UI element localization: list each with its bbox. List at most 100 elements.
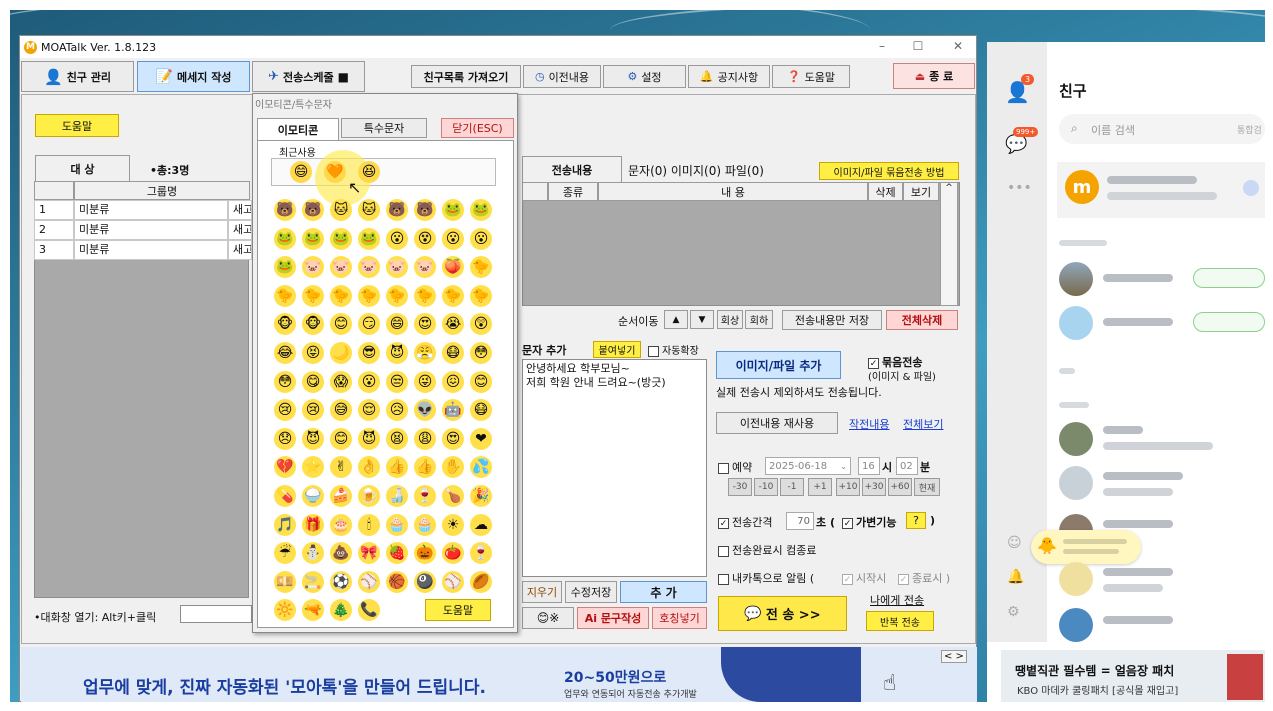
emoji-item[interactable]: 🎃 <box>414 542 436 565</box>
emoji-item[interactable]: 🎱 <box>414 570 436 593</box>
emoji-item[interactable]: 👽 <box>414 399 436 422</box>
emoji-item[interactable]: 🏀 <box>386 570 408 593</box>
emoji-item[interactable]: 📞 <box>358 599 380 622</box>
auto-expand-checkbox[interactable]: 자동확장 <box>648 342 699 357</box>
emoji-item[interactable]: 🍺 <box>358 485 380 507</box>
emoji-item[interactable]: 🐸 <box>330 227 352 250</box>
emoji-item[interactable]: 😈 <box>302 427 324 450</box>
emoji-item[interactable]: 🐷 <box>330 256 352 279</box>
recent-emoji[interactable]: 🧡 <box>324 161 346 183</box>
emoji-item[interactable]: 🔫 <box>302 599 324 622</box>
emoji-item[interactable]: 🐸 <box>274 227 296 250</box>
emoji-item[interactable]: 🐸 <box>358 227 380 250</box>
emoji-item[interactable]: 😩 <box>414 427 436 450</box>
emoji-item[interactable]: 😞 <box>274 427 296 450</box>
clear-button[interactable]: 지우기 <box>522 581 562 603</box>
emoji-item[interactable]: ✋ <box>442 456 464 479</box>
emoji-item[interactable]: ☀ <box>442 513 464 536</box>
emoji-item[interactable]: 😎 <box>358 342 380 364</box>
emoji-item[interactable]: 😵 <box>414 227 436 250</box>
emoji-item[interactable]: 🍗 <box>442 485 464 507</box>
more-icon[interactable]: ••• <box>1007 180 1032 196</box>
shutdown-checkbox[interactable]: 전송완료시 컴종료 <box>718 542 816 558</box>
emoji-item[interactable]: 🐷 <box>302 256 324 279</box>
emoji-item[interactable]: ⭐ <box>302 456 324 479</box>
move-top-button[interactable]: 회상 <box>717 310 743 329</box>
close-window-button[interactable]: ✕ <box>948 39 968 53</box>
move-down-button[interactable]: ▼ <box>690 310 714 329</box>
notify-end-box[interactable]: ✓ <box>898 573 909 585</box>
emoji-item[interactable]: 😳 <box>470 342 492 364</box>
emoji-item[interactable]: 🍷 <box>414 485 436 507</box>
emoticon-icon[interactable]: ☺ <box>1007 535 1022 551</box>
group-cell[interactable]: 미분류 <box>74 200 228 220</box>
emoji-item[interactable]: 😷 <box>442 342 464 364</box>
extra-cell[interactable]: 새고 <box>228 220 252 240</box>
interval-input[interactable]: 70 <box>786 512 814 530</box>
content-scrollbar[interactable]: ^ <box>940 182 958 306</box>
notification-icon[interactable]: 🔔 <box>1007 569 1024 585</box>
emoji-item[interactable]: ⚾ <box>442 570 464 593</box>
emoji-item[interactable]: 🐸 <box>442 199 464 221</box>
emoji-item[interactable]: 🐷 <box>386 256 408 279</box>
emoji-item[interactable]: 🕯 <box>358 513 380 536</box>
emoji-item[interactable]: 🧁 <box>414 513 436 536</box>
interval-box[interactable]: ✓ <box>718 517 729 529</box>
recent-emoji[interactable]: 😆 <box>358 161 380 183</box>
interval-checkbox[interactable]: ✓ 전송간격 <box>718 514 772 530</box>
repeat-send-button[interactable]: 반복 전송 <box>866 611 934 631</box>
emoji-item[interactable]: 😤 <box>414 342 436 364</box>
reserve-minute-input[interactable]: 02 <box>896 457 918 475</box>
send-to-me-link[interactable]: 나에게 전송 <box>870 592 924 608</box>
emoji-item[interactable]: 🐤 <box>442 284 464 307</box>
emoji-item[interactable]: 🍅 <box>442 542 464 565</box>
group-cell[interactable]: 미분류 <box>74 220 228 240</box>
emoji-item[interactable]: 🍑 <box>442 256 464 279</box>
history-button[interactable]: ◷ 이전내용 <box>523 65 601 88</box>
fetch-friends-button[interactable]: 친구목록 가져오기 <box>411 65 521 88</box>
ai-writing-button[interactable]: Ai 문구작성 <box>577 607 649 629</box>
move-up-button[interactable]: ▲ <box>664 310 688 329</box>
maximize-button[interactable]: ☐ <box>908 39 928 53</box>
row-number[interactable]: 1 <box>34 200 74 220</box>
close-emoji-popup-button[interactable]: 닫기(ESC) <box>441 118 514 138</box>
time-offset-button[interactable]: +30 <box>862 478 886 496</box>
emoji-item[interactable]: 😒 <box>386 370 408 393</box>
emoji-item[interactable]: 🔆 <box>274 599 296 622</box>
settings-gear-icon[interactable]: ⚙ <box>1007 604 1020 620</box>
emoji-item[interactable]: 💩 <box>330 542 352 565</box>
emoji-item[interactable]: 💴 <box>274 570 296 593</box>
emoji-item[interactable]: 🎄 <box>330 599 352 622</box>
send-button[interactable]: 💬 전 송 >> <box>718 596 847 631</box>
emoji-item[interactable]: 🐤 <box>358 284 380 307</box>
notify-start-box[interactable]: ✓ <box>842 573 853 585</box>
toast-popup[interactable]: 🐥 <box>1031 530 1141 564</box>
emoji-item[interactable]: 🐵 <box>274 313 296 336</box>
row-number[interactable]: 2 <box>34 220 74 240</box>
notify-start-checkbox[interactable]: ✓ 시작시 <box>842 570 886 586</box>
reserve-checkbox[interactable]: 예약 <box>718 459 752 475</box>
time-offset-button[interactable]: +10 <box>836 478 860 496</box>
emoji-item[interactable]: 👍 <box>414 456 436 479</box>
banner-nav[interactable]: < > <box>941 650 967 663</box>
emoji-item[interactable]: 🎵 <box>274 513 296 536</box>
settings-button[interactable]: ⚙ 설정 <box>603 65 686 88</box>
save-content-only-button[interactable]: 전송내용만 저장 <box>782 310 882 330</box>
emoji-item[interactable]: 🐻 <box>274 199 296 221</box>
emoji-item[interactable]: 🎉 <box>470 485 492 507</box>
extra-cell[interactable]: 새고 <box>228 200 252 220</box>
emoji-item[interactable]: ❤ <box>470 427 492 450</box>
emoji-item[interactable]: 🐤 <box>330 284 352 307</box>
recent-emoji[interactable]: 😄 <box>290 161 312 183</box>
emoji-item[interactable]: 😱 <box>330 370 352 393</box>
compose-message-button[interactable]: 📝 메세지 작성 <box>137 61 250 92</box>
emoji-item[interactable]: 👍 <box>386 456 408 479</box>
emoji-item[interactable]: 🐻 <box>414 199 436 221</box>
view-all-link[interactable]: 전체보기 <box>903 416 943 432</box>
kakao-notify-box[interactable] <box>718 573 729 585</box>
time-offset-button[interactable]: -10 <box>754 478 778 496</box>
emoji-help-button[interactable]: 도움말 <box>425 599 491 621</box>
kakao-notify-checkbox[interactable]: 내카톡으로 알림 ( <box>718 570 814 586</box>
reserve-date-picker[interactable]: 2025-06-18 ⌄ <box>765 457 851 475</box>
emoji-item[interactable]: 😂 <box>274 342 296 364</box>
